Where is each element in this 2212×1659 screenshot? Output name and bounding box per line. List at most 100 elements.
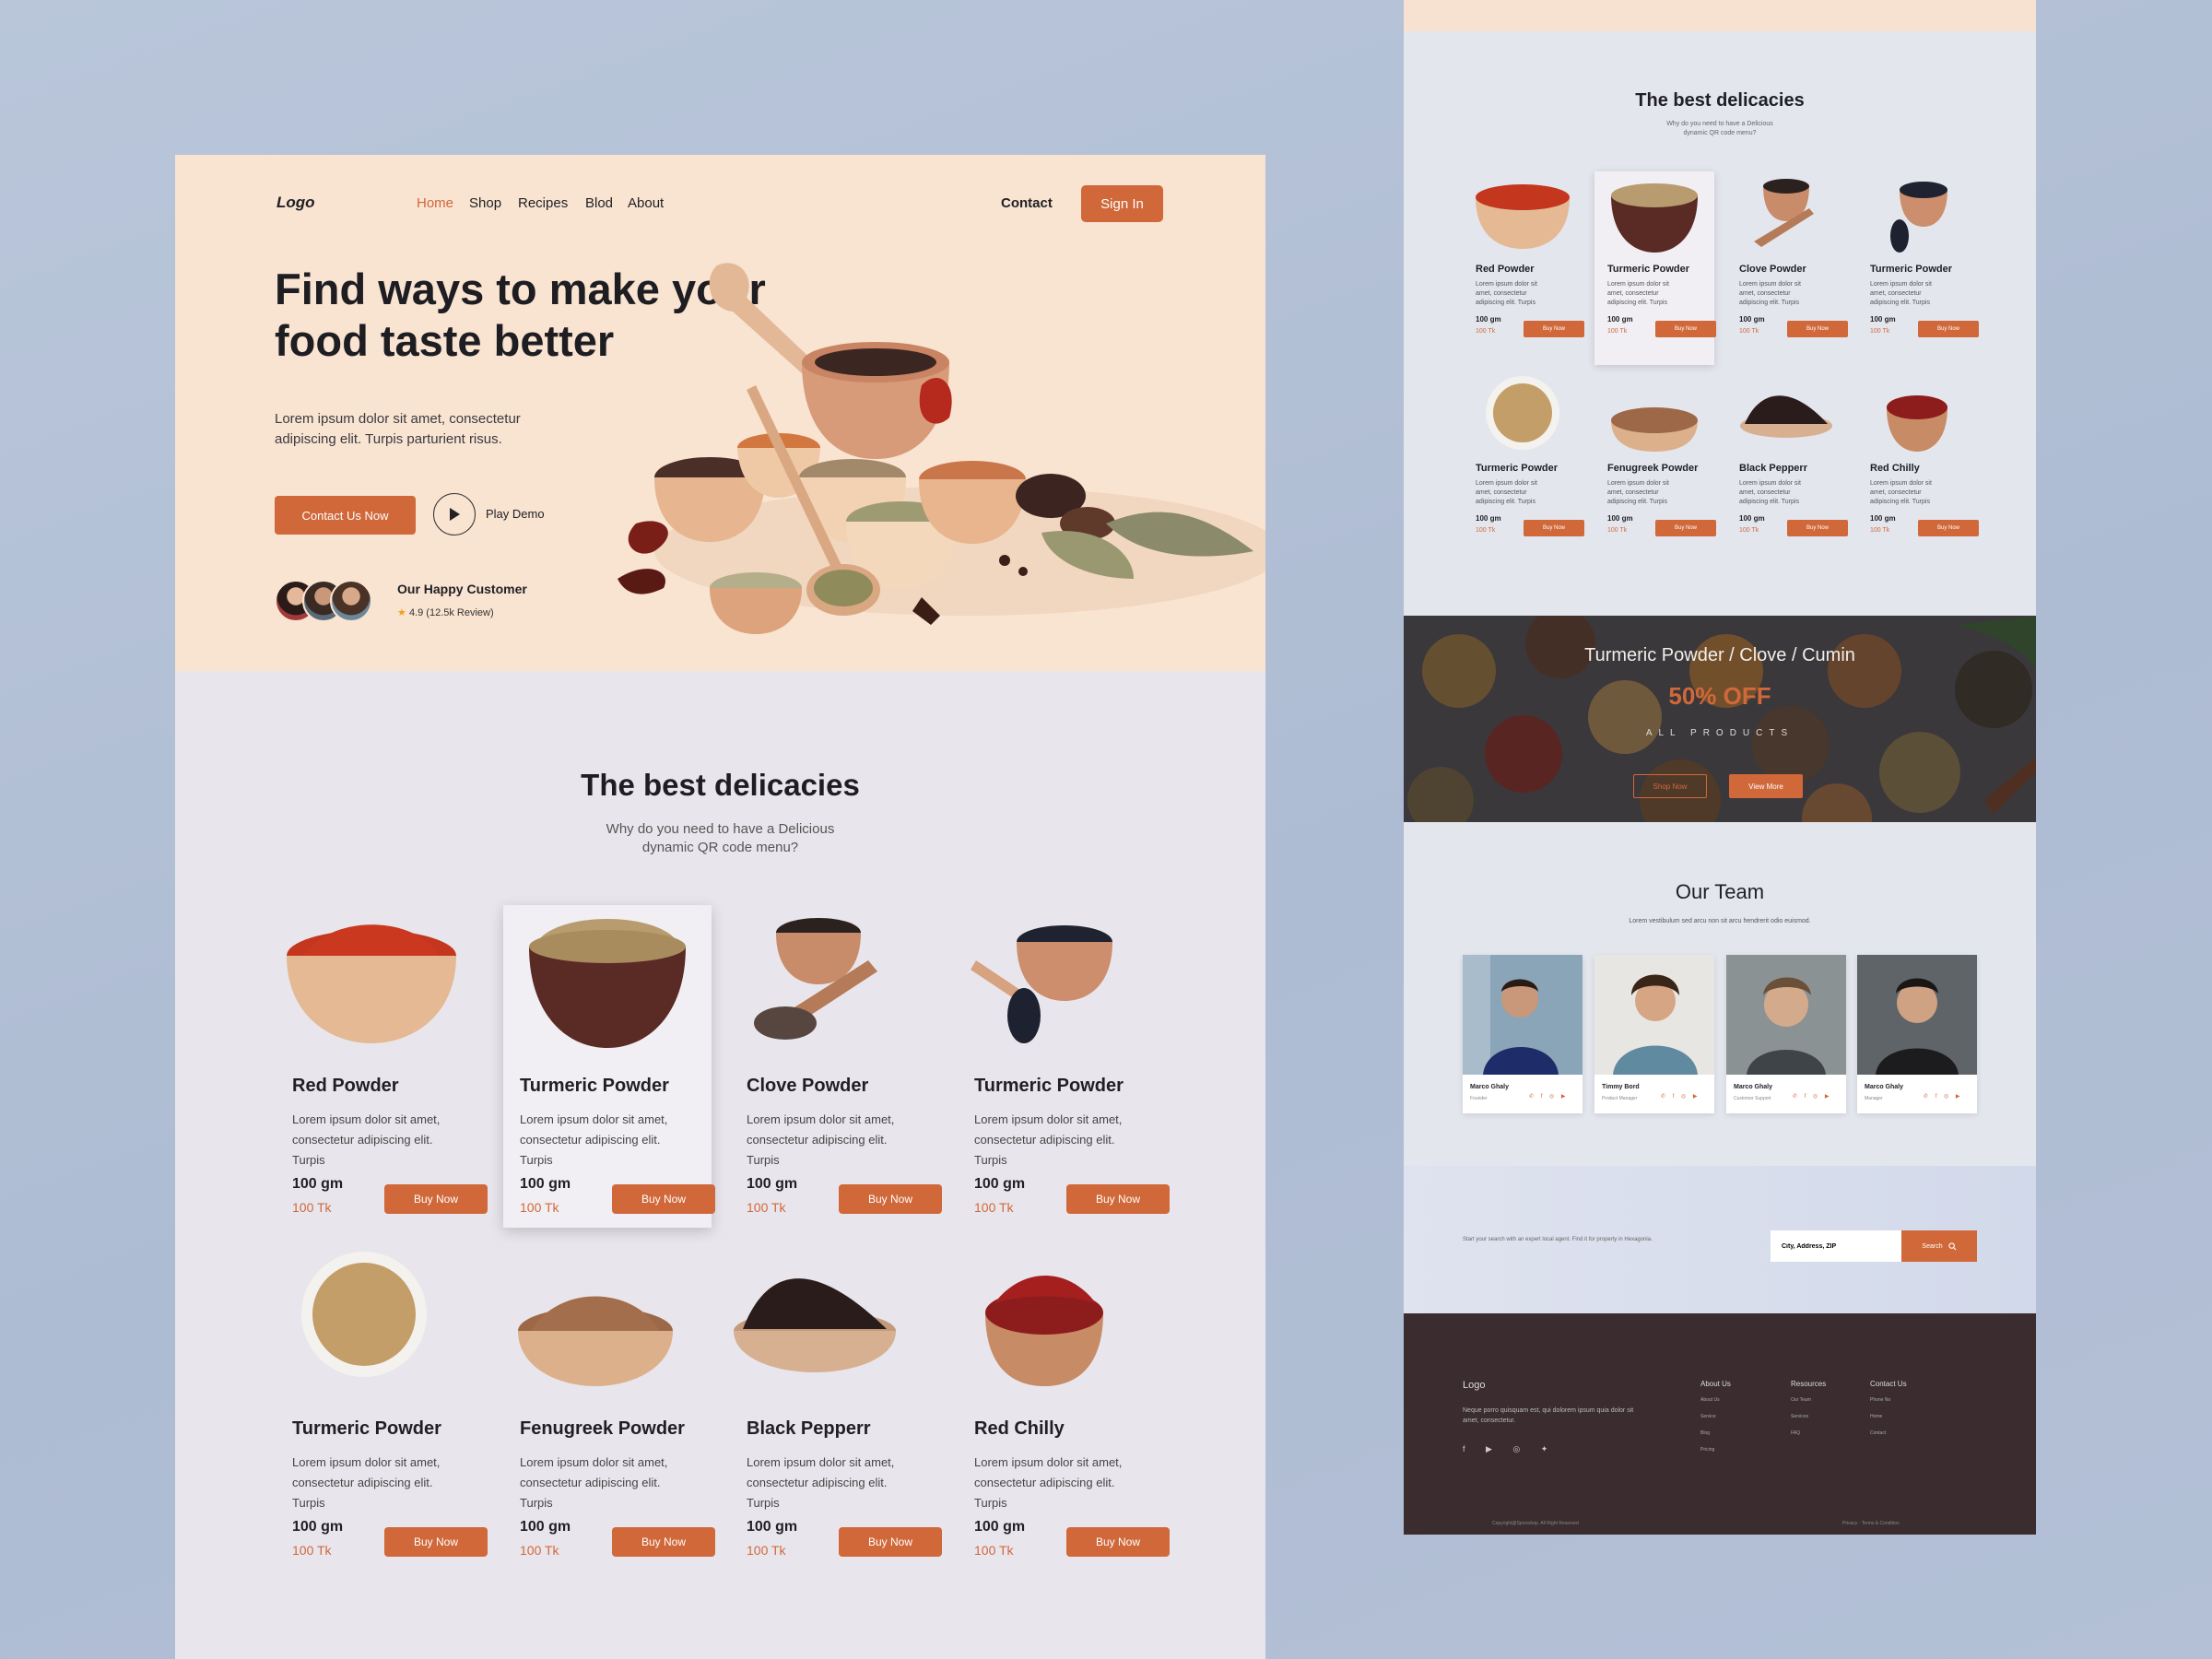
product-price: 100 Tk (1607, 527, 1628, 534)
spice-bowls-image (618, 263, 1265, 634)
buy-now-button[interactable]: Buy Now (1787, 321, 1848, 337)
footer-privacy-links[interactable]: Privacy · Terms & Condition (1842, 1521, 1900, 1526)
star-icon: ★ (397, 607, 406, 618)
customer-avatars (275, 580, 376, 622)
buy-now-button[interactable]: Buy Now (1787, 520, 1848, 536)
product-description: Lorem ipsum dolor sit amet, consectetur … (520, 1455, 668, 1510)
logo[interactable]: Logo (276, 194, 315, 212)
product-description: Lorem ipsum dolor sit amet, consectetur … (292, 1455, 441, 1510)
team-member-card[interactable]: Marco Ghaly Manager ✆ f ◎ ▶ (1857, 955, 1977, 1113)
footer-link[interactable]: Services (1791, 1414, 1826, 1419)
team-member-role: Product Manager (1602, 1096, 1638, 1101)
footer-link[interactable]: Our Team (1791, 1397, 1826, 1403)
red-powder-image (287, 924, 456, 1043)
product-description: Lorem ipsum dolor sit amet, consectetur … (1476, 480, 1537, 505)
product-price: 100 Tk (520, 1543, 559, 1558)
team-member-card[interactable]: Timmy Bord Product Manager ✆ f ◎ ▶ (1594, 955, 1714, 1113)
hero-description: Lorem ipsum dolor sit amet, consectetur … (275, 411, 521, 447)
footer-link[interactable]: Home (1870, 1414, 1907, 1419)
view-more-button[interactable]: View More (1729, 774, 1803, 798)
buy-now-button[interactable]: Buy Now (1918, 321, 1979, 337)
fenugreek-powder-image (518, 1296, 673, 1386)
search-button[interactable]: Search (1901, 1230, 1977, 1262)
product-price: 100 Tk (1476, 328, 1496, 335)
product-name: Black Pepperr (1739, 463, 1807, 474)
signin-button[interactable]: Sign In (1081, 185, 1163, 222)
shop-now-button[interactable]: Shop Now (1633, 774, 1707, 798)
team-member-photo (1594, 955, 1714, 1075)
buy-now-button[interactable]: Buy Now (1066, 1184, 1170, 1214)
play-demo-button[interactable] (433, 493, 476, 535)
footer-copyright: Copyright@Spiceshop. All Right Reserved (1492, 1521, 1579, 1526)
product-name: Fenugreek Powder (520, 1418, 685, 1439)
nav-recipes[interactable]: Recipes (518, 195, 568, 211)
footer-link[interactable]: Blog (1700, 1430, 1731, 1436)
footer-link[interactable]: About Us (1700, 1397, 1731, 1403)
black-pepper-spoon-image (1890, 182, 1947, 253)
social-icons[interactable]: ✆ f ◎ ▶ (1924, 1093, 1963, 1100)
team-member-card[interactable]: Marco Ghaly Customer Support ✆ f ◎ ▶ (1726, 955, 1846, 1113)
product-weight: 100 gm (1870, 315, 1896, 324)
landing-page-continued: The best delicacies Why do you need to h… (1404, 0, 2036, 1535)
buy-now-button[interactable]: Buy Now (1524, 520, 1584, 536)
buy-now-button[interactable]: Buy Now (839, 1527, 942, 1557)
product-price: 100 Tk (974, 1200, 1014, 1215)
product-price: 100 Tk (1870, 527, 1890, 534)
footer-link[interactable]: Service (1700, 1414, 1731, 1419)
product-weight: 100 gm (1739, 514, 1765, 523)
location-search-input[interactable] (1771, 1230, 1901, 1262)
team-member-photo (1463, 955, 1583, 1075)
product-weight: 100 gm (520, 1176, 571, 1192)
social-icons[interactable]: ✆ f ◎ ▶ (1529, 1093, 1569, 1100)
team-member-name: Timmy Bord (1602, 1084, 1640, 1090)
product-weight: 100 gm (292, 1519, 344, 1535)
product-weight: 100 gm (974, 1176, 1026, 1192)
product-card-featured: Turmeric Powder Lorem ipsum dolor sit am… (503, 905, 715, 1228)
play-demo-label[interactable]: Play Demo (486, 507, 545, 521)
mini-product-card-featured: Turmeric Powder Lorem ipsum dolor sit am… (1594, 171, 1716, 365)
delicacies-subtitle: Why do you need to have a Delicious dyna… (606, 821, 835, 855)
product-name: Turmeric Powder (1607, 264, 1690, 275)
product-weight: 100 gm (1607, 514, 1633, 523)
footer-description: Neque porro quisquam est, qui dolorem ip… (1463, 1407, 1634, 1424)
team-member-name: Marco Ghaly (1470, 1084, 1510, 1090)
footer-social-icons[interactable]: f ▶ ◎ ✦ (1463, 1444, 1557, 1454)
nav-contact[interactable]: Contact (1001, 195, 1053, 211)
team-member-card[interactable]: Marco Ghaly Founder ✆ f ◎ ▶ (1463, 955, 1583, 1113)
buy-now-button[interactable]: Buy Now (1066, 1527, 1170, 1557)
search-button-label: Search (1922, 1242, 1943, 1250)
footer-column-resources: Resources Our Team Services FAQ (1791, 1380, 1826, 1447)
footer-link[interactable]: FAQ (1791, 1430, 1826, 1436)
social-icons[interactable]: ✆ f ◎ ▶ (1661, 1093, 1700, 1100)
buy-now-button[interactable]: Buy Now (1655, 520, 1716, 536)
product-description: Lorem ipsum dolor sit amet, consectetur … (520, 1112, 668, 1167)
buy-now-button[interactable]: Buy Now (1524, 321, 1584, 337)
buy-now-button[interactable]: Buy Now (1918, 520, 1979, 536)
nav-about[interactable]: About (628, 195, 664, 211)
footer-logo[interactable]: Logo (1463, 1380, 1485, 1391)
mini-product-card: Red Powder Lorem ipsum dolor sit amet, c… (1463, 171, 1584, 365)
mini-product-card: Black Pepperr Lorem ipsum dolor sit amet… (1726, 371, 1848, 564)
buy-now-button[interactable]: Buy Now (839, 1184, 942, 1214)
buy-now-button[interactable]: Buy Now (612, 1527, 715, 1557)
footer-link[interactable]: Contact (1870, 1430, 1907, 1436)
team-member-photo (1857, 955, 1977, 1075)
turmeric-plate-image (1486, 376, 1559, 450)
nav-home[interactable]: Home (417, 195, 453, 211)
product-description: Lorem ipsum dolor sit amet, consectetur … (974, 1455, 1123, 1510)
social-icons[interactable]: ✆ f ◎ ▶ (1793, 1093, 1832, 1100)
footer-column-title: Contact Us (1870, 1380, 1907, 1388)
nav-shop[interactable]: Shop (469, 195, 501, 211)
footer-link[interactable]: Phone No (1870, 1397, 1907, 1403)
buy-now-button[interactable]: Buy Now (384, 1527, 488, 1557)
buy-now-button[interactable]: Buy Now (384, 1184, 488, 1214)
nav-blog[interactable]: Blod (585, 195, 613, 211)
buy-now-button[interactable]: Buy Now (1655, 321, 1716, 337)
buy-now-button[interactable]: Buy Now (612, 1184, 715, 1214)
black-pepper-powder-image (1740, 395, 1832, 438)
footer-link[interactable]: Pricing (1700, 1447, 1731, 1453)
turmeric-powder-image (529, 919, 686, 1048)
contact-us-button[interactable]: Contact Us Now (275, 496, 416, 535)
product-name: Clove Powder (747, 1076, 869, 1096)
black-pepper-powder-image (734, 1278, 896, 1372)
